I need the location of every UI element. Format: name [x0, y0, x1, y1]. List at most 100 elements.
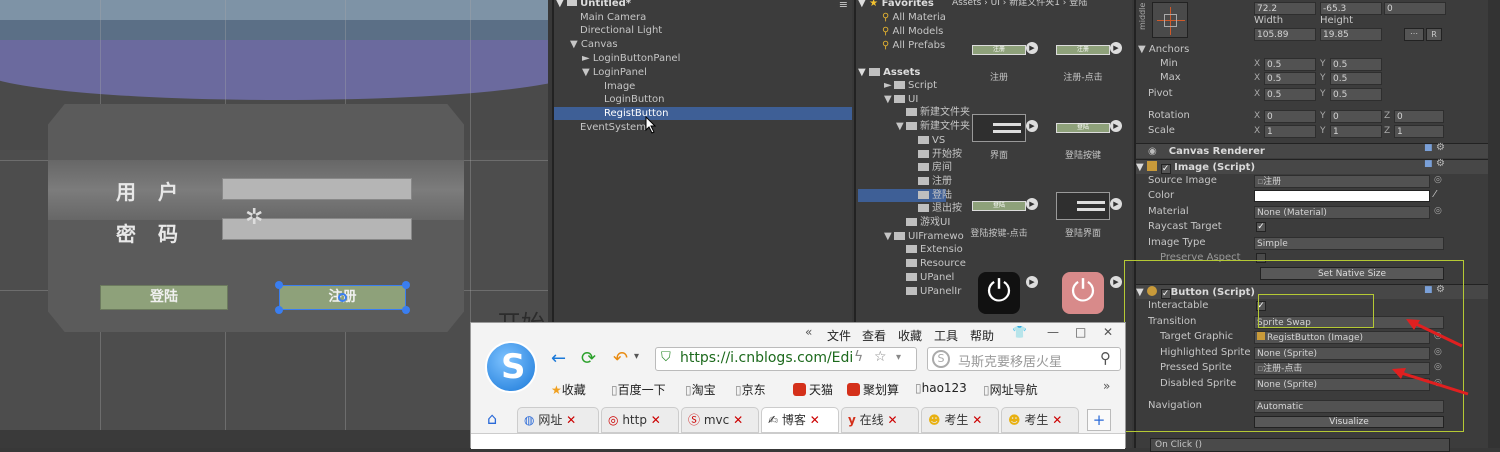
bookmark-item[interactable]: ▯京东 — [735, 381, 766, 398]
search-icon[interactable]: ⚲ — [1100, 349, 1111, 367]
object-picker-icon[interactable]: ◎ — [1434, 206, 1442, 216]
browser-tab[interactable]: Ⓢ mvc ✕ — [681, 407, 759, 433]
favorites-item[interactable]: ⚲ All Materia — [882, 11, 946, 24]
tab-close-icon[interactable]: ✕ — [566, 413, 576, 427]
bookmark-item[interactable]: ▯hao123 — [915, 381, 967, 395]
image-type-dropdown[interactable]: Simple — [1254, 237, 1444, 250]
bookmark-item[interactable]: 聚划算 — [847, 381, 899, 398]
tab-close-icon[interactable]: ✕ — [972, 413, 982, 427]
menu-view[interactable]: 查看 — [862, 327, 886, 344]
hierarchy-item-main-camera[interactable]: Main Camera — [580, 11, 646, 24]
bookmark-item[interactable]: ▯淘宝 — [685, 381, 716, 398]
browser-tab[interactable]: ☻ 考生 ✕ — [921, 407, 999, 433]
expand-sprite-icon[interactable]: ▶ — [1026, 198, 1038, 210]
color-swatch[interactable] — [1254, 190, 1430, 202]
expand-sprite-icon[interactable]: ▶ — [1026, 276, 1038, 288]
pivot-icon[interactable] — [338, 293, 347, 302]
project-folder[interactable]: 开始按 — [908, 148, 962, 161]
hierarchy-item-loginbuttonpanel[interactable]: ► LoginButtonPanel — [582, 52, 680, 65]
anchors-foldout[interactable]: ▼ Anchors — [1138, 43, 1189, 57]
hierarchy-item-directional-light[interactable]: Directional Light — [580, 24, 662, 37]
project-folder[interactable]: 新建文件夹 — [896, 106, 970, 119]
project-folder[interactable]: VS — [908, 134, 945, 147]
bookmark-item[interactable]: ▯网址导航 — [983, 381, 1038, 398]
favorites-item[interactable]: ⚲ All Models — [882, 25, 943, 38]
expand-sprite-icon[interactable]: ▶ — [1110, 276, 1122, 288]
tab-close-icon[interactable]: ✕ — [888, 413, 898, 427]
favorites-header[interactable]: ▼ ★ Favorites — [858, 0, 934, 10]
lightning-icon[interactable]: ϟ — [854, 349, 863, 365]
gear-icon[interactable]: ⚙ — [1436, 158, 1445, 169]
rect-handle[interactable] — [402, 306, 410, 314]
maximize-icon[interactable]: □ — [1075, 325, 1086, 339]
tab-close-icon[interactable]: ✕ — [733, 413, 743, 427]
hierarchy-item-image[interactable]: Image — [604, 80, 635, 93]
raw-edit-button[interactable]: R — [1426, 28, 1442, 41]
favorites-item[interactable]: ⚲ All Prefabs — [882, 39, 945, 52]
bookmark-item[interactable]: ▯百度一下 — [611, 381, 666, 398]
asset-item[interactable]: 登陆 ▶ 登陆按键 — [1048, 114, 1122, 161]
breadcrumb-item[interactable]: Assets — [952, 0, 981, 8]
scale-z[interactable]: 1 — [1394, 125, 1444, 138]
expand-arrow-icon[interactable]: ▼ — [582, 67, 590, 78]
project-folder[interactable]: 游戏UI — [896, 216, 950, 229]
menu-favorites[interactable]: 收藏 — [898, 327, 922, 344]
refresh-icon[interactable]: ⟳ — [581, 348, 596, 369]
object-picker-icon[interactable]: ◎ — [1434, 175, 1442, 185]
tab-close-icon[interactable]: ✕ — [810, 413, 820, 427]
assets-header[interactable]: ▼ Assets — [858, 66, 920, 79]
asset-item[interactable]: 登陆 ▶ 登陆按键-点击 — [964, 192, 1038, 239]
component-enabled-checkbox[interactable]: ✓ — [1160, 164, 1171, 174]
scene-view[interactable]: 用户 密码 ✲ 登陆 注册 开始 — [0, 0, 548, 448]
inspector-scrollbar[interactable] — [1488, 0, 1500, 448]
hierarchy-item-loginbutton[interactable]: LoginButton — [604, 93, 664, 106]
hierarchy-item-loginpanel[interactable]: ▼ LoginPanel — [582, 66, 647, 79]
address-bar[interactable]: ⛉ https://i.cnblogs.com/Edi ϟ ☆ ▾ — [655, 347, 917, 371]
login-button[interactable]: 登陆 — [100, 285, 228, 310]
rect-handle[interactable] — [275, 306, 283, 314]
scene-root[interactable]: ▼ Untitled* — [556, 0, 631, 10]
project-folder[interactable]: ► Script — [884, 79, 937, 92]
expand-sprite-icon[interactable]: ▶ — [1026, 120, 1038, 132]
project-folder[interactable]: 登陆 — [858, 188, 952, 202]
chevron-down-icon[interactable]: ▾ — [634, 351, 639, 362]
menu-file[interactable]: 文件 — [827, 327, 851, 344]
rect-handle[interactable] — [275, 281, 283, 289]
scene-menu-icon[interactable]: ≡ — [839, 0, 848, 11]
source-image-field[interactable]: ▫注册 — [1254, 175, 1430, 188]
rect-handle[interactable] — [402, 281, 410, 289]
pivot-x[interactable]: 0.5 — [1264, 88, 1316, 101]
expand-arrow-icon[interactable]: ▼ — [884, 93, 894, 106]
bookmark-item[interactable]: ★收藏 — [551, 381, 586, 398]
asset-item[interactable]: 注册 ▶ 注册-点击 — [1048, 36, 1122, 83]
menu-tools[interactable]: 工具 — [934, 327, 958, 344]
scale-x[interactable]: 1 — [1264, 125, 1316, 138]
undo-icon[interactable]: ↶ — [613, 348, 628, 369]
project-folder[interactable]: Extensio — [896, 243, 963, 256]
gear-icon[interactable]: ⚙ — [1436, 142, 1445, 153]
anchor-preset-button[interactable] — [1152, 2, 1188, 38]
material-field[interactable]: None (Material) — [1254, 206, 1430, 219]
breadcrumb-item[interactable]: 登陆 — [1069, 0, 1087, 8]
bookmark-item[interactable]: 天猫 — [793, 381, 833, 398]
project-folder[interactable]: 房间 — [908, 161, 952, 174]
project-folder[interactable]: ▼ UI — [884, 93, 918, 106]
project-folder[interactable]: UPanelIr — [896, 285, 961, 298]
eyedropper-icon[interactable]: ⁄ — [1434, 189, 1436, 200]
anchor-max-x[interactable]: 0.5 — [1264, 72, 1316, 85]
browser-tab[interactable]: y 在线 ✕ — [841, 407, 919, 433]
project-folder[interactable]: 退出按 — [908, 202, 962, 215]
anchor-min-y[interactable]: 0.5 — [1330, 58, 1382, 71]
home-icon[interactable]: ⌂ — [487, 409, 497, 428]
rotation-x[interactable]: 0 — [1264, 110, 1316, 123]
width-field[interactable]: 105.89 — [1254, 28, 1316, 41]
expand-arrow-icon[interactable]: ► — [582, 53, 590, 64]
rotation-y[interactable]: 0 — [1330, 110, 1382, 123]
project-folder[interactable]: ▼ UIFramewo — [884, 230, 964, 243]
tab-close-icon[interactable]: ✕ — [651, 413, 661, 427]
pos-z-field[interactable]: 0 — [1384, 2, 1446, 15]
expand-arrow-icon[interactable]: ▼ — [896, 120, 906, 133]
height-field[interactable]: 19.85 — [1320, 28, 1382, 41]
breadcrumb-item[interactable]: 新建文件夹1 — [1009, 0, 1060, 8]
expand-sprite-icon[interactable]: ▶ — [1110, 120, 1122, 132]
